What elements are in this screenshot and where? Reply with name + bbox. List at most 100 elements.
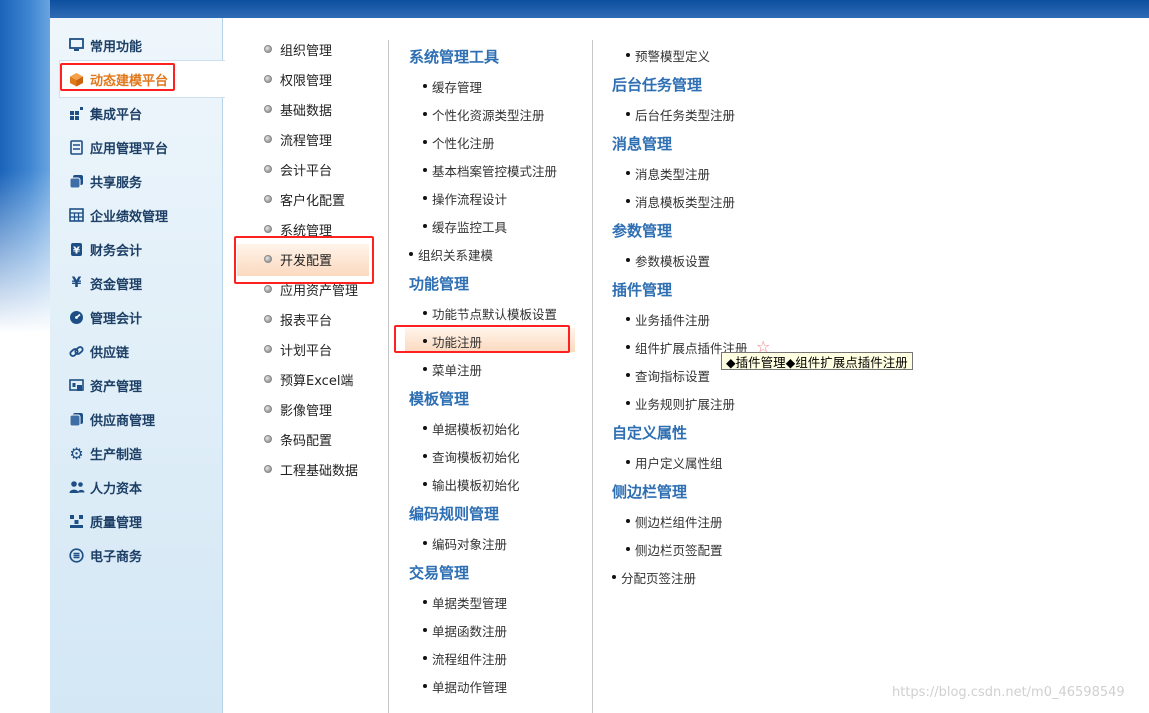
col1-item[interactable]: 应用资产管理: [264, 279, 358, 299]
col1-item[interactable]: 权限管理: [264, 69, 332, 89]
col1-item-active[interactable]: 开发配置: [264, 249, 332, 269]
section-title: 编码规则管理: [409, 504, 500, 523]
col1-item[interactable]: 预算Excel端: [264, 369, 353, 389]
menu-link[interactable]: 查询指标设置: [626, 365, 710, 385]
col1-item-label: 组织管理: [280, 43, 333, 59]
menu-link[interactable]: 菜单注册: [423, 359, 482, 379]
sidebar-item-label: 管理会计: [90, 311, 143, 327]
svg-text:¥: ¥: [73, 245, 80, 256]
col1-item[interactable]: 流程管理: [264, 129, 332, 149]
sidebar-item-label: 资产管理: [90, 379, 143, 395]
menu-link[interactable]: 流程组件注册: [423, 648, 507, 668]
col1-item[interactable]: 基础数据: [264, 99, 332, 119]
sidebar-item-supply-chain[interactable]: 供应链: [68, 339, 129, 363]
col1-item[interactable]: 报表平台: [264, 309, 332, 329]
bullet-icon: [264, 165, 272, 173]
menu-link[interactable]: 业务规则扩展注册: [626, 393, 735, 413]
col1-item[interactable]: 会计平台: [264, 159, 332, 179]
menu-link[interactable]: 编码对象注册: [423, 533, 507, 553]
menu-link-label: 业务插件注册: [635, 312, 711, 328]
col1-item[interactable]: 计划平台: [264, 339, 332, 359]
ecommerce-icon: [68, 547, 85, 564]
bullet-icon: [264, 465, 272, 473]
sidebar-item-assets[interactable]: 资产管理: [68, 373, 142, 397]
menu-link[interactable]: 消息模板类型注册: [626, 191, 735, 211]
bullet-icon: [423, 140, 427, 144]
sidebar-item-label: 电子商务: [90, 549, 143, 565]
menu-link-label: 侧边栏组件注册: [635, 514, 723, 530]
sidebar-item-management-accounting[interactable]: 管理会计: [68, 305, 142, 329]
menu-link[interactable]: 业务插件注册: [626, 309, 710, 329]
menu-link[interactable]: 单据函数注册: [423, 620, 507, 640]
sidebar-item-human-capital[interactable]: 人力资本: [68, 475, 142, 499]
col1-item[interactable]: 影像管理: [264, 399, 332, 419]
menu-link[interactable]: 个性化资源类型注册: [423, 104, 545, 124]
menu-link[interactable]: 功能节点默认模板设置: [423, 303, 557, 323]
bullet-icon: [423, 311, 427, 315]
menu-link[interactable]: 分配页签注册: [612, 567, 696, 587]
menu-link[interactable]: 基本档案管控模式注册: [423, 160, 557, 180]
menu-link-label: 个性化注册: [432, 135, 495, 151]
menu-link[interactable]: 查询模板初始化: [423, 446, 520, 466]
bullet-icon: [423, 628, 427, 632]
sidebar-item-label: 共享服务: [90, 175, 143, 191]
menu-link[interactable]: 用户定义属性组: [626, 452, 723, 472]
menu-link-label: 参数模板设置: [635, 253, 711, 269]
bullet-icon: [626, 258, 630, 262]
link-icon: [68, 343, 85, 360]
menu-link[interactable]: 个性化注册: [423, 132, 495, 152]
menu-link[interactable]: 侧边栏组件注册: [626, 511, 723, 531]
bullet-icon: [264, 405, 272, 413]
col1-item[interactable]: 系统管理: [264, 219, 332, 239]
col1-item[interactable]: 组织管理: [264, 39, 332, 59]
server-icon: [68, 139, 85, 156]
sidebar-item-integration[interactable]: 集成平台: [68, 101, 142, 125]
sidebar-item-quality[interactable]: 质量管理: [68, 509, 142, 533]
col1-item-label: 流程管理: [280, 133, 333, 149]
sidebar-item-app-management[interactable]: 应用管理平台: [68, 135, 168, 159]
menu-link[interactable]: 预警模型定义: [626, 45, 710, 65]
bullet-icon: [423, 112, 427, 116]
col1-item[interactable]: 客户化配置: [264, 189, 345, 209]
menu-link[interactable]: 输出模板初始化: [423, 474, 520, 494]
col1-item[interactable]: 条码配置: [264, 429, 332, 449]
sidebar-item-finance[interactable]: ¥ 财务会计: [68, 237, 142, 261]
menu-link[interactable]: 操作流程设计: [423, 188, 507, 208]
menu-link[interactable]: 侧边栏页签配置: [626, 539, 723, 559]
sidebar-item-funds[interactable]: ¥ 资金管理: [68, 271, 142, 295]
menu-link-label: 分配页签注册: [621, 570, 697, 586]
menu-link[interactable]: 缓存管理: [423, 76, 482, 96]
bullet-icon: [423, 541, 427, 545]
sidebar-item-label: 集成平台: [90, 107, 143, 123]
sidebar-item-dynamic-modeling[interactable]: 动态建模平台: [68, 67, 168, 91]
bullet-icon: [423, 84, 427, 88]
menu-link[interactable]: 后台任务类型注册: [626, 104, 735, 124]
sidebar-item-supplier[interactable]: 供应商管理: [68, 407, 155, 431]
col1-item[interactable]: 工程基础数据: [264, 459, 358, 479]
menu-link[interactable]: 单据模板初始化: [423, 418, 520, 438]
sidebar-item-shared-services[interactable]: 共享服务: [68, 169, 142, 193]
sidebar-item-label: 应用管理平台: [90, 141, 169, 157]
sidebar-item-manufacturing[interactable]: ⚙ 生产制造: [68, 441, 142, 465]
sidebar-item-ecommerce[interactable]: 电子商务: [68, 543, 142, 567]
sidebar-item-common[interactable]: 常用功能: [68, 33, 142, 57]
bullet-icon: [423, 656, 427, 660]
menu-link[interactable]: 参数模板设置: [626, 250, 710, 270]
bullet-icon: [423, 224, 427, 228]
col1-item-label: 报表平台: [280, 313, 333, 329]
menu-link[interactable]: 缓存监控工具: [423, 216, 507, 236]
menu-link-label: 单据类型管理: [432, 595, 508, 611]
menu-link[interactable]: 单据类型管理: [423, 592, 507, 612]
sidebar-item-performance[interactable]: 企业绩效管理: [68, 203, 168, 227]
menu-link[interactable]: 组织关系建模: [409, 244, 493, 264]
col1-item-label: 计划平台: [280, 343, 333, 359]
sidebar-item-label: 财务会计: [90, 243, 143, 259]
bullet-icon: [626, 547, 630, 551]
people-icon: [68, 479, 85, 496]
menu-link[interactable]: 单据动作管理: [423, 676, 507, 696]
menu-link-active[interactable]: 功能注册: [423, 331, 482, 351]
bullet-icon: [264, 45, 272, 53]
col1-item-label: 影像管理: [280, 403, 333, 419]
grid-icon: [68, 105, 85, 122]
menu-link[interactable]: 消息类型注册: [626, 163, 710, 183]
